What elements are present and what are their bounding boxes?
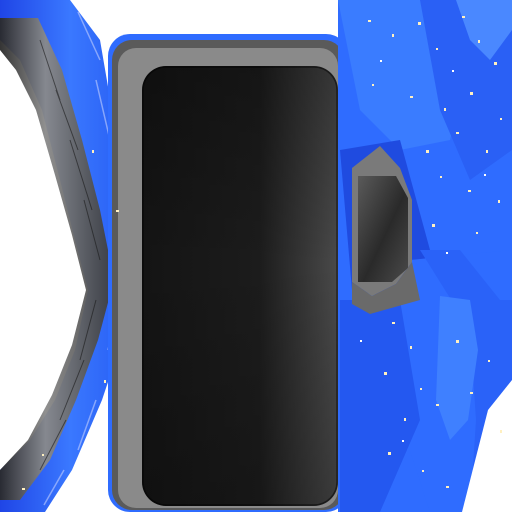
phone-screen xyxy=(142,66,338,506)
texture-atlas xyxy=(0,0,512,512)
texture-atlas-svg xyxy=(0,0,512,512)
